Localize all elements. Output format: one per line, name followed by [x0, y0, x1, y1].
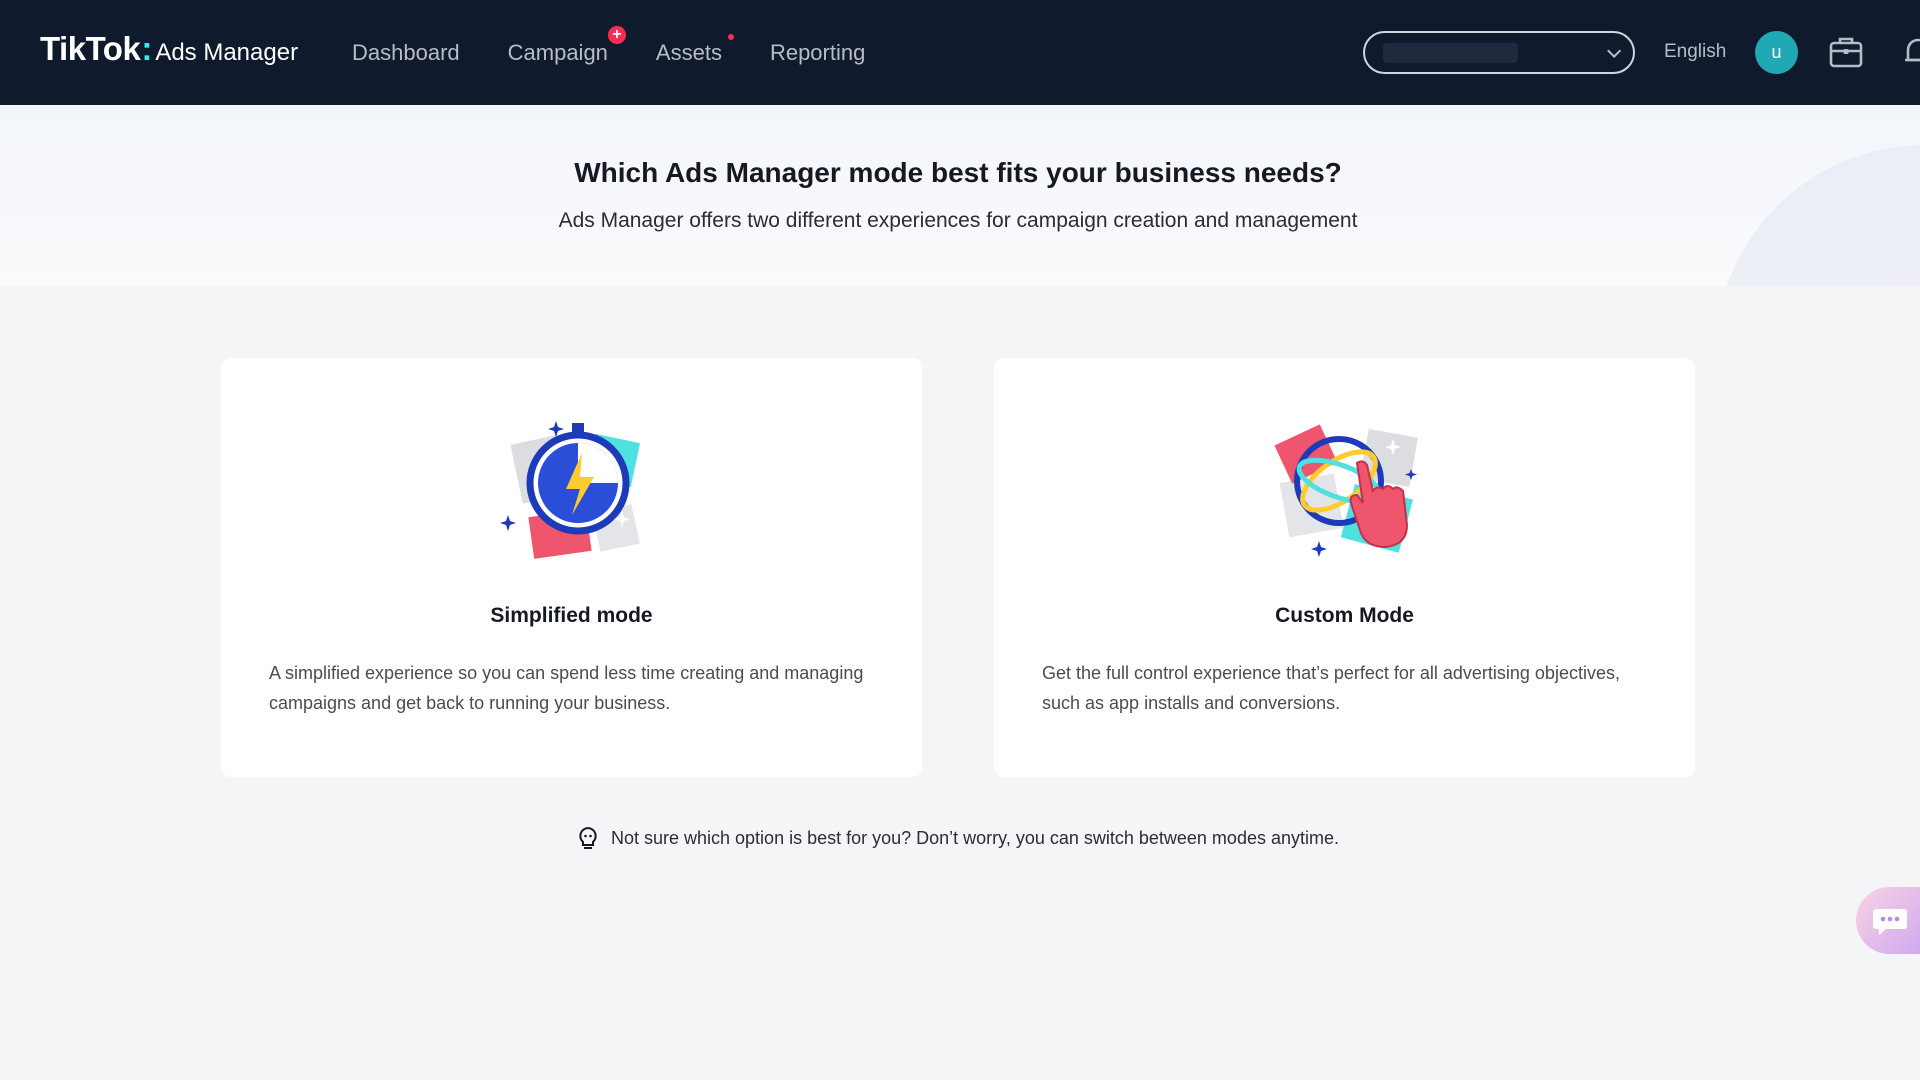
nav-item-label: Assets — [655, 39, 722, 65]
new-badge-plus-icon: + — [607, 25, 626, 44]
nav-item-campaign[interactable]: Campaign + — [507, 25, 626, 66]
stopwatch-lightning-icon — [500, 421, 641, 559]
user-avatar[interactable]: u — [1755, 31, 1798, 74]
chat-bubble-icon — [1873, 908, 1907, 935]
redacted-account-name — [1383, 42, 1518, 63]
lightbulb-icon — [579, 826, 597, 849]
language-selector[interactable]: English — [1664, 41, 1726, 63]
nav-item-label: Reporting — [769, 39, 866, 65]
bell-icon[interactable] — [1900, 34, 1920, 70]
card-title: Custom Mode — [1275, 604, 1414, 627]
hero-banner: Which Ads Manager mode best fits your bu… — [0, 105, 1920, 286]
top-nav-bar: TikTok : Ads Manager Dashboard Campaign … — [0, 0, 1920, 105]
tip-text: Not sure which option is best for you? D… — [610, 827, 1339, 848]
nav-item-dashboard[interactable]: Dashboard — [352, 40, 460, 66]
custom-mode-card[interactable]: Custom Mode Get the full control experie… — [994, 358, 1695, 777]
notification-dot — [727, 33, 734, 40]
main-nav: Dashboard Campaign + Assets Reporting — [352, 0, 865, 105]
logo-ads-manager-text: Ads Manager — [155, 39, 299, 66]
nav-item-reporting[interactable]: Reporting — [770, 40, 865, 66]
page-title: Which Ads Manager mode best fits your bu… — [574, 157, 1342, 188]
card-title: Simplified mode — [490, 604, 653, 627]
avatar-initial: u — [1771, 42, 1782, 62]
logo-tiktok-text: TikTok — [40, 30, 141, 67]
nav-item-label: Dashboard — [352, 39, 460, 65]
logo-colon: : — [141, 30, 153, 67]
account-selector[interactable] — [1363, 31, 1635, 74]
nav-item-label: Campaign — [507, 39, 608, 65]
tiktok-ads-manager-logo[interactable]: TikTok : Ads Manager — [40, 30, 298, 68]
briefcase-icon[interactable] — [1828, 34, 1864, 70]
card-description: A simplified experience so you can spend… — [269, 663, 864, 713]
chat-support-button[interactable] — [1856, 887, 1920, 954]
chevron-down-icon — [1607, 43, 1622, 58]
card-description: Get the full control experience that’s p… — [1042, 663, 1620, 713]
hand-globe-icon — [1269, 424, 1418, 557]
simplified-mode-card[interactable]: Simplified mode A simplified experience … — [221, 358, 922, 777]
page-subtitle: Ads Manager offers two different experie… — [558, 209, 1358, 232]
switch-mode-tip: Not sure which option is best for you? D… — [0, 826, 1916, 850]
nav-item-assets[interactable]: Assets — [655, 33, 734, 66]
